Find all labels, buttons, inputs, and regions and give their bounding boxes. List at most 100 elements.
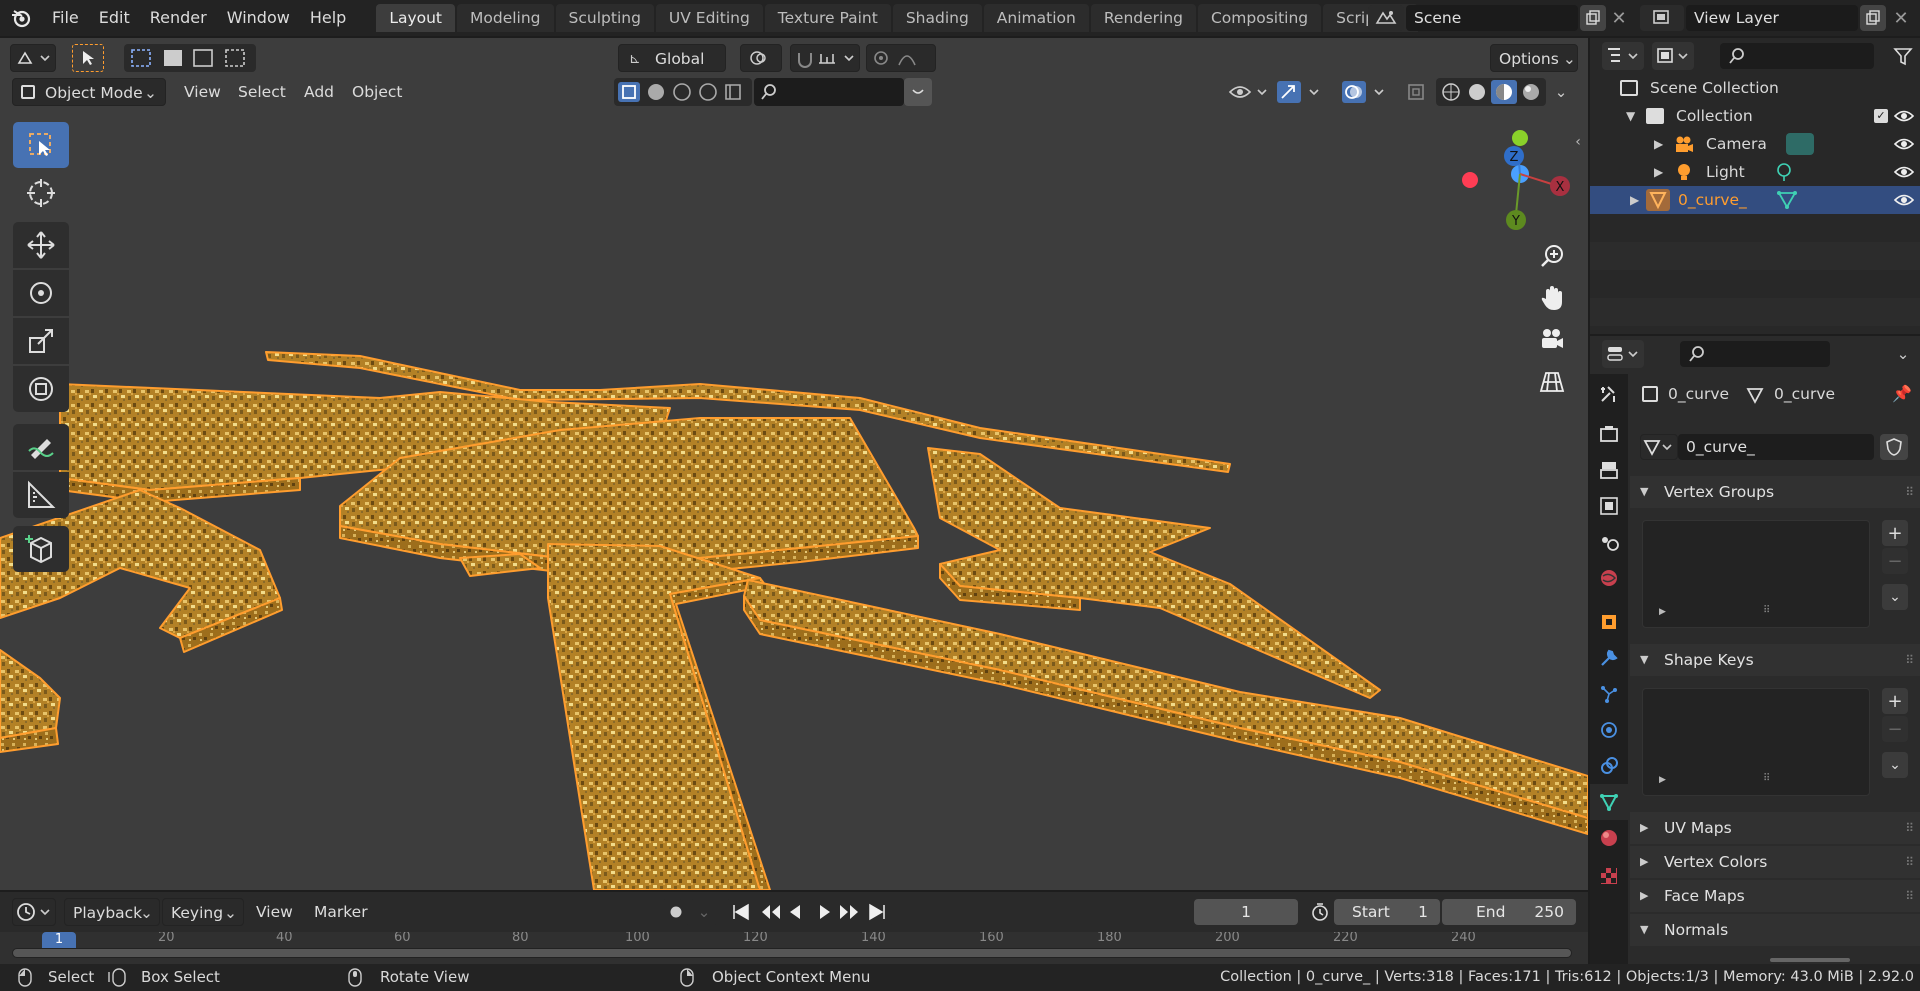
scene-selector-icon[interactable] bbox=[1368, 5, 1404, 31]
tool-move[interactable] bbox=[13, 222, 69, 268]
menu-render[interactable]: Render bbox=[140, 0, 217, 36]
tab-compositing[interactable]: Compositing bbox=[1197, 4, 1322, 32]
drag-handle-icon[interactable]: ⠿ bbox=[1905, 846, 1914, 878]
tab-layout[interactable]: Layout bbox=[376, 4, 456, 32]
tab-uv-editing[interactable]: UV Editing bbox=[655, 4, 763, 32]
list-expand-icon[interactable]: ▶ bbox=[1659, 775, 1666, 785]
camera-view-icon[interactable] bbox=[1534, 322, 1570, 358]
menu-object[interactable]: Object bbox=[344, 78, 410, 106]
collapse-arrow-icon[interactable]: ▼ bbox=[1626, 102, 1635, 130]
transform-orientation-dropdown[interactable]: Global ⊾ bbox=[618, 44, 726, 72]
filter-icon[interactable] bbox=[1890, 43, 1916, 69]
shading-options-dropdown[interactable]: ⌄ bbox=[1550, 78, 1572, 106]
light-data-icon[interactable] bbox=[1774, 162, 1794, 182]
visibility-dropdown[interactable] bbox=[1226, 78, 1270, 106]
tab-texture-paint[interactable]: Texture Paint bbox=[764, 4, 891, 32]
tab-view-layer[interactable] bbox=[1590, 488, 1628, 524]
drag-handle-icon[interactable]: ⠿ bbox=[1905, 812, 1914, 844]
tool-cursor[interactable] bbox=[13, 170, 69, 216]
tab-physics[interactable] bbox=[1590, 712, 1628, 748]
remove-vertex-group-button[interactable]: − bbox=[1882, 548, 1908, 574]
menu-window[interactable]: Window bbox=[217, 0, 300, 36]
remove-shape-key-button[interactable]: − bbox=[1882, 716, 1908, 742]
properties-editor-type-icon[interactable] bbox=[1602, 340, 1644, 368]
expand-arrow-icon[interactable]: ▶ bbox=[1630, 186, 1639, 214]
panel-shape-keys[interactable]: ▼ Shape Keys ⠿ bbox=[1630, 644, 1920, 676]
filter-types-group[interactable] bbox=[614, 78, 752, 106]
gizmo-toggle[interactable] bbox=[1276, 78, 1324, 106]
outliner-editor-type-icon[interactable] bbox=[1602, 42, 1644, 70]
tab-output[interactable] bbox=[1590, 452, 1628, 488]
editor-type-dropdown[interactable] bbox=[10, 44, 56, 72]
drag-handle-icon[interactable]: ⠿ bbox=[1905, 476, 1914, 508]
new-view-layer-icon[interactable] bbox=[1860, 5, 1886, 31]
shading-modes-group[interactable] bbox=[1436, 78, 1546, 106]
outliner-row-camera[interactable]: ▶ Camera bbox=[1590, 130, 1920, 158]
timeline-menu-marker[interactable]: Marker bbox=[306, 898, 376, 926]
menu-add[interactable]: Add bbox=[296, 78, 342, 106]
blender-logo-icon[interactable] bbox=[0, 0, 42, 36]
tab-world[interactable] bbox=[1590, 560, 1628, 596]
panel-vertex-groups[interactable]: ▼ Vertex Groups ⠿ bbox=[1630, 476, 1920, 508]
tab-shading[interactable]: Shading bbox=[892, 4, 982, 32]
tab-texture[interactable] bbox=[1590, 858, 1628, 894]
end-frame-field[interactable]: End 250 bbox=[1442, 899, 1576, 925]
camera-data-icon[interactable] bbox=[1786, 133, 1814, 155]
tool-add-cube[interactable] bbox=[13, 526, 69, 572]
tool-measure[interactable] bbox=[13, 472, 69, 518]
expand-arrow-icon[interactable]: ▶ bbox=[1654, 158, 1663, 186]
menu-edit[interactable]: Edit bbox=[89, 0, 140, 36]
vertex-groups-list[interactable]: ▶ ⠿ bbox=[1642, 520, 1870, 628]
panel-vertex-colors[interactable]: ▶ Vertex Colors ⠿ bbox=[1630, 846, 1920, 878]
view-layer-field[interactable]: View Layer bbox=[1686, 5, 1858, 31]
tab-object[interactable] bbox=[1590, 604, 1628, 640]
pin-icon[interactable]: 📌 bbox=[1892, 380, 1912, 408]
display-mode-icon[interactable] bbox=[1652, 42, 1694, 70]
panel-normals[interactable]: ▼ Normals bbox=[1630, 914, 1920, 946]
tool-scale[interactable] bbox=[13, 318, 69, 364]
3d-viewport[interactable]: Global ⊾ Options ⌄ Object Mode ⌄ View Sel… bbox=[0, 38, 1588, 890]
tab-render[interactable] bbox=[1590, 416, 1628, 452]
keying-set-dropdown[interactable]: ⌄ bbox=[690, 899, 718, 925]
tab-particles[interactable] bbox=[1590, 676, 1628, 712]
viewport-search-icon[interactable] bbox=[754, 78, 904, 106]
options-dropdown[interactable]: Options ⌄ bbox=[1490, 44, 1578, 72]
mesh-browse-dropdown[interactable] bbox=[1640, 434, 1678, 460]
shape-key-specials-button[interactable]: ⌄ bbox=[1882, 752, 1908, 778]
properties-scrollbar[interactable] bbox=[1770, 958, 1850, 962]
tab-modifiers[interactable] bbox=[1590, 640, 1628, 676]
current-frame-field[interactable]: 1 bbox=[1194, 899, 1298, 925]
menu-view[interactable]: View bbox=[176, 78, 229, 106]
zoom-icon[interactable] bbox=[1534, 238, 1570, 274]
tool-annotate[interactable] bbox=[13, 424, 69, 470]
object-mode-dropdown[interactable]: Object Mode ⌄ bbox=[12, 78, 166, 106]
view-layer-icon[interactable] bbox=[1640, 5, 1684, 31]
properties-options-icon[interactable]: ⌄ bbox=[1890, 341, 1916, 367]
visibility-eye-icon[interactable] bbox=[1894, 108, 1914, 124]
delete-view-layer-icon[interactable]: ✕ bbox=[1890, 5, 1912, 31]
tab-scene[interactable] bbox=[1590, 524, 1628, 560]
outliner-search-icon[interactable] bbox=[1720, 43, 1874, 69]
list-expand-icon[interactable]: ▶ bbox=[1659, 607, 1666, 617]
tool-rotate[interactable] bbox=[13, 270, 69, 316]
drag-handle-icon[interactable]: ⠿ bbox=[1905, 644, 1914, 676]
overlays-toggle[interactable] bbox=[1340, 78, 1390, 106]
pivot-dropdown[interactable] bbox=[740, 44, 782, 72]
outliner-row-collection[interactable]: ▼ Collection ✓ bbox=[1590, 102, 1920, 130]
menu-help[interactable]: Help bbox=[300, 0, 356, 36]
playback-controls[interactable] bbox=[726, 899, 894, 925]
keying-dropdown[interactable]: Keying ⌄ bbox=[162, 898, 244, 926]
add-vertex-group-button[interactable]: + bbox=[1882, 520, 1908, 546]
frame-ruler[interactable]: 1 20 40 60 80 100 120 140 160 180 200 22… bbox=[0, 932, 1588, 964]
list-resize-grip-icon[interactable]: ⠿ bbox=[1763, 605, 1770, 616]
tab-material[interactable] bbox=[1590, 820, 1628, 856]
outliner-row-light[interactable]: ▶ Light bbox=[1590, 158, 1920, 186]
visibility-eye-icon[interactable] bbox=[1894, 192, 1914, 208]
shape-keys-list[interactable]: ▶ ⠿ bbox=[1642, 688, 1870, 796]
playhead[interactable]: 1 bbox=[42, 932, 76, 948]
playback-dropdown[interactable]: Playback ⌄ bbox=[64, 898, 160, 926]
exclude-checkbox[interactable]: ✓ bbox=[1874, 109, 1888, 123]
tab-modeling[interactable]: Modeling bbox=[457, 4, 554, 32]
outliner-row-scene-collection[interactable]: Scene Collection bbox=[1590, 74, 1920, 102]
sidebar-toggle-icon[interactable]: ‹ bbox=[1570, 130, 1586, 154]
